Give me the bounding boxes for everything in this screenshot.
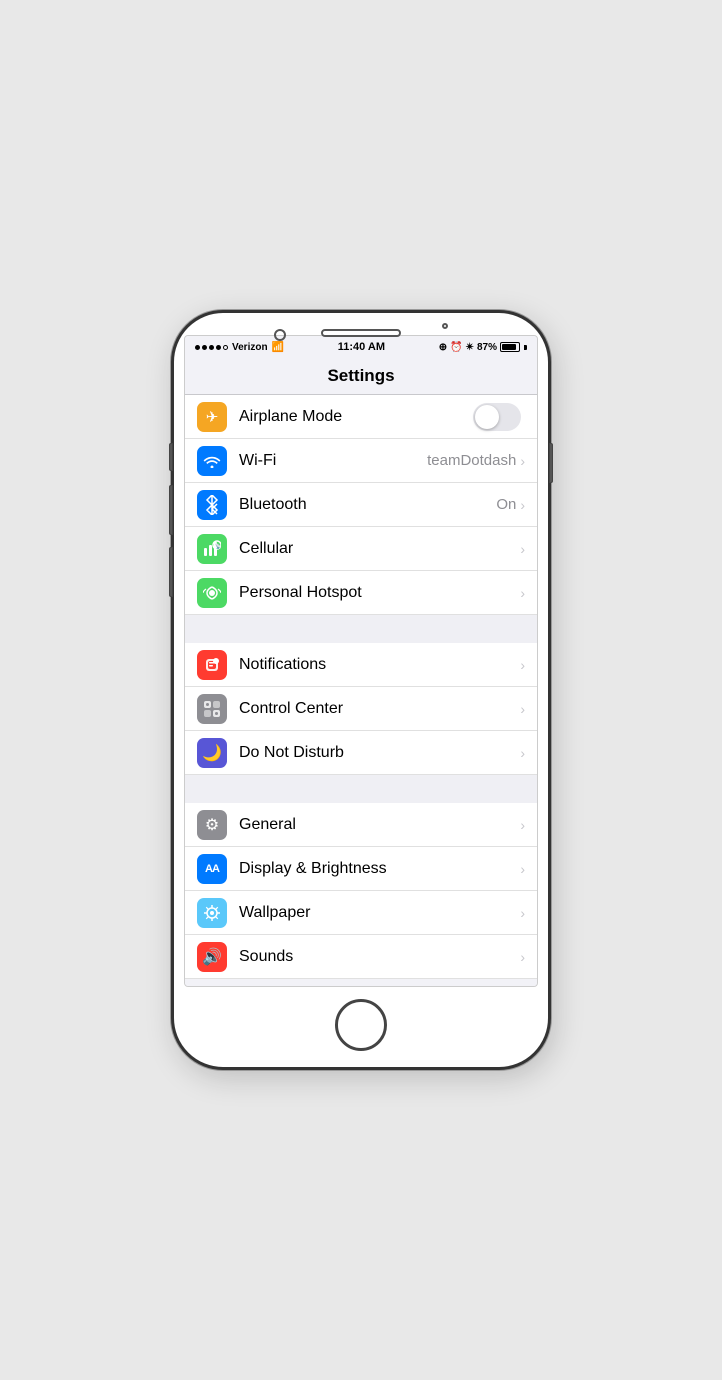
do-not-disturb-chevron: › xyxy=(520,745,525,761)
status-left: Verizon 📶 xyxy=(195,342,284,353)
cellular-chevron: › xyxy=(520,541,525,557)
wifi-icon xyxy=(197,446,227,476)
personal-hotspot-icon xyxy=(197,578,227,608)
phone-top xyxy=(174,313,548,335)
signal-strength xyxy=(195,345,228,350)
signal-dot-5 xyxy=(223,345,228,350)
battery-tip xyxy=(524,345,527,350)
carrier-label: Verizon xyxy=(232,342,268,353)
control-center-label: Control Center xyxy=(239,700,520,718)
section-divider-1 xyxy=(185,615,537,643)
wifi-value: teamDotdash xyxy=(427,452,516,469)
display-brightness-icon: AA xyxy=(197,854,227,884)
wifi-chevron: › xyxy=(520,453,525,469)
alarm-icon: ⏰ xyxy=(450,342,462,353)
sounds-icon: 🔊 xyxy=(197,942,227,972)
sounds-label: Sounds xyxy=(239,948,520,966)
page-title: Settings xyxy=(327,366,394,385)
cellular-label: Cellular xyxy=(239,540,520,558)
nav-bar: Settings xyxy=(185,358,537,395)
airplane-mode-toggle[interactable] xyxy=(473,403,521,431)
signal-dot-3 xyxy=(209,345,214,350)
clock: 11:40 AM xyxy=(338,341,385,353)
silent-switch[interactable] xyxy=(169,443,173,471)
personal-hotspot-chevron: › xyxy=(520,585,525,601)
personal-hotspot-label: Personal Hotspot xyxy=(239,584,520,602)
battery-fill xyxy=(502,344,516,350)
row-notifications[interactable]: Notifications › xyxy=(185,643,537,687)
row-personal-hotspot[interactable]: Personal Hotspot › xyxy=(185,571,537,615)
airplane-mode-icon: ✈ xyxy=(197,402,227,432)
location-icon: ⊕ xyxy=(439,342,447,353)
status-bar: Verizon 📶 11:40 AM ⊕ ⏰ ✴ 87% xyxy=(185,336,537,358)
sounds-chevron: › xyxy=(520,949,525,965)
status-right: ⊕ ⏰ ✴ 87% xyxy=(439,342,527,353)
section-system1: Notifications › Control xyxy=(185,643,537,775)
row-control-center[interactable]: Control Center › xyxy=(185,687,537,731)
phone-frame: Verizon 📶 11:40 AM ⊕ ⏰ ✴ 87% Settings xyxy=(171,310,551,1070)
bluetooth-icon xyxy=(197,490,227,520)
battery-icon xyxy=(500,342,520,352)
speaker xyxy=(321,329,401,337)
screen: Verizon 📶 11:40 AM ⊕ ⏰ ✴ 87% Settings xyxy=(184,335,538,987)
row-general[interactable]: ⚙ General › xyxy=(185,803,537,847)
general-chevron: › xyxy=(520,817,525,833)
wallpaper-chevron: › xyxy=(520,905,525,921)
do-not-disturb-icon: 🌙 xyxy=(197,738,227,768)
volume-up-button[interactable] xyxy=(169,485,173,535)
cellular-icon: 📡 xyxy=(197,534,227,564)
row-do-not-disturb[interactable]: 🌙 Do Not Disturb › xyxy=(185,731,537,775)
signal-dot-1 xyxy=(195,345,200,350)
general-icon: ⚙ xyxy=(197,810,227,840)
home-button[interactable] xyxy=(335,999,387,1051)
row-wallpaper[interactable]: Wallpaper › xyxy=(185,891,537,935)
section-divider-2 xyxy=(185,775,537,803)
row-bluetooth[interactable]: Bluetooth On › xyxy=(185,483,537,527)
control-center-icon xyxy=(197,694,227,724)
phone-bottom xyxy=(174,987,548,1067)
row-wifi[interactable]: Wi-Fi teamDotdash › xyxy=(185,439,537,483)
wallpaper-icon xyxy=(197,898,227,928)
row-cellular[interactable]: 📡 Cellular › xyxy=(185,527,537,571)
section-connectivity: ✈ Airplane Mode Wi-Fi t xyxy=(185,395,537,615)
toggle-knob xyxy=(475,405,499,429)
front-camera xyxy=(274,329,286,341)
signal-dot-2 xyxy=(202,345,207,350)
volume-down-button[interactable] xyxy=(169,547,173,597)
battery-percent: 87% xyxy=(477,342,497,353)
notifications-chevron: › xyxy=(520,657,525,673)
control-center-chevron: › xyxy=(520,701,525,717)
row-airplane-mode[interactable]: ✈ Airplane Mode xyxy=(185,395,537,439)
row-sounds[interactable]: 🔊 Sounds › xyxy=(185,935,537,979)
power-button[interactable] xyxy=(549,443,553,483)
bluetooth-value: On xyxy=(496,496,516,513)
bluetooth-status-icon: ✴ xyxy=(466,342,474,353)
wifi-label: Wi-Fi xyxy=(239,452,427,470)
display-brightness-label: Display & Brightness xyxy=(239,860,520,878)
notifications-icon xyxy=(197,650,227,680)
sensor xyxy=(442,323,448,329)
bluetooth-label: Bluetooth xyxy=(239,496,496,514)
row-display-brightness[interactable]: AA Display & Brightness › xyxy=(185,847,537,891)
bluetooth-chevron: › xyxy=(520,497,525,513)
airplane-mode-label: Airplane Mode xyxy=(239,408,473,426)
display-brightness-chevron: › xyxy=(520,861,525,877)
section-system2: ⚙ General › AA Display & Brightness › xyxy=(185,803,537,979)
settings-list: ✈ Airplane Mode Wi-Fi t xyxy=(185,395,537,986)
notifications-label: Notifications xyxy=(239,656,520,674)
signal-dot-4 xyxy=(216,345,221,350)
do-not-disturb-label: Do Not Disturb xyxy=(239,744,520,762)
general-label: General xyxy=(239,816,520,834)
wifi-icon: 📶 xyxy=(272,342,284,353)
wallpaper-label: Wallpaper xyxy=(239,904,520,922)
svg-text:📡: 📡 xyxy=(215,543,221,550)
